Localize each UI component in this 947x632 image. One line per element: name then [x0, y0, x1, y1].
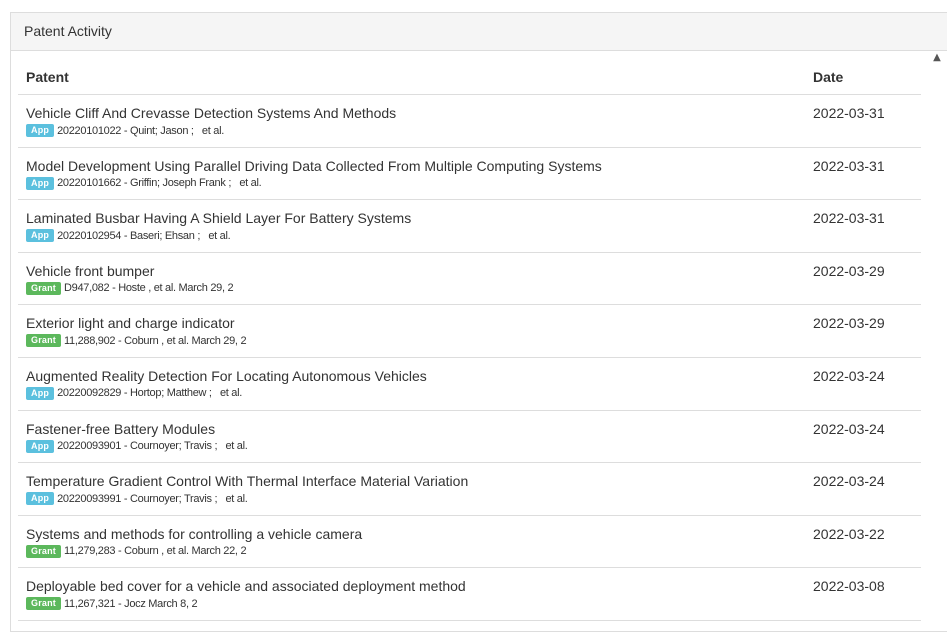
patent-title-link[interactable]: Fastener-free Battery Modules	[26, 421, 813, 437]
patent-cell: Vehicle Cliff And Crevasse Detection Sys…	[18, 95, 813, 147]
patent-number-inventors: 20220101022 - Quint; Jason ; et al.	[57, 124, 224, 137]
patent-meta: App 20220101662 - Griffin; Joseph Frank ;…	[26, 176, 813, 190]
table-row: Systems and methods for controlling a ve…	[18, 516, 921, 569]
patent-number-inventors: 20220093901 - Cournoyer; Travis ; et al.	[57, 440, 248, 453]
patent-number-inventors: 11,288,902 - Coburn , et al. March 29, 2	[64, 334, 247, 347]
patent-type-badge: App	[26, 176, 55, 190]
patent-cell: Laminated Busbar Having A Shield Layer F…	[18, 200, 813, 252]
patent-type-badge: App	[26, 229, 55, 243]
patent-cell: Systems and methods for controlling a ve…	[18, 516, 813, 568]
table-row: Vehicle front bumper Grant D947,082 - Host…	[18, 253, 921, 306]
patent-title-link[interactable]: Deployable bed cover for a vehicle and a…	[26, 578, 813, 594]
header-patent: Patent	[26, 69, 69, 85]
patent-cell: Deployable bed cover for a vehicle and a…	[18, 568, 813, 620]
patent-title-link[interactable]: Model Development Using Parallel Driving…	[26, 158, 813, 174]
patent-date: 2022-03-29	[813, 262, 885, 279]
patent-title-link[interactable]: Systems and methods for controlling a ve…	[26, 526, 813, 542]
table-header: Patent Date	[18, 59, 921, 95]
table-row: Laminated Busbar Having A Shield Layer F…	[18, 200, 921, 253]
patent-title-link[interactable]: Augmented Reality Detection For Locating…	[26, 368, 813, 384]
table-body: Vehicle Cliff And Crevasse Detection Sys…	[18, 95, 921, 621]
patent-cell: Model Development Using Parallel Driving…	[18, 148, 813, 200]
patent-date: 2022-03-24	[813, 367, 885, 384]
patent-meta: Grant 11,279,283 - Coburn , et al. March …	[26, 544, 813, 558]
patent-title-link[interactable]: Vehicle front bumper	[26, 263, 813, 279]
patent-number-inventors: D947,082 - Hoste , et al. March 29, 2	[64, 282, 234, 295]
patent-title-link[interactable]: Temperature Gradient Control With Therma…	[26, 473, 813, 489]
patent-number-inventors: 11,279,283 - Coburn , et al. March 22, 2	[64, 545, 247, 558]
table-row: Augmented Reality Detection For Locating…	[18, 358, 921, 411]
patent-type-badge: Grant	[26, 334, 62, 348]
patent-type-badge: Grant	[26, 597, 62, 611]
patent-cell: Temperature Gradient Control With Therma…	[18, 463, 813, 515]
patent-meta: Grant 11,288,902 - Coburn , et al. March …	[26, 334, 813, 348]
patent-type-badge: App	[26, 386, 55, 400]
patent-number-inventors: 20220093991 - Cournoyer; Travis ; et al.	[57, 492, 248, 505]
table-row: Temperature Gradient Control With Therma…	[18, 463, 921, 516]
patent-number-inventors: 11,267,321 - Jocz March 8, 2	[64, 597, 198, 610]
patent-date: 2022-03-22	[813, 525, 885, 542]
patent-title-link[interactable]: Vehicle Cliff And Crevasse Detection Sys…	[26, 105, 813, 121]
patent-number-inventors: 20220092829 - Hortop; Matthew ; et al.	[57, 387, 243, 400]
patent-cell: Exterior light and charge indicator Grant…	[18, 305, 813, 357]
patent-number-inventors: 20220101662 - Griffin; Joseph Frank ; et…	[57, 177, 262, 190]
patent-date: 2022-03-24	[813, 473, 885, 490]
patent-meta: App 20220093901 - Cournoyer; Travis ; et …	[26, 439, 813, 453]
patent-type-badge: App	[26, 439, 55, 453]
table-row: Exterior light and charge indicator Grant…	[18, 305, 921, 358]
scroll-up-arrow-icon[interactable]: ▲	[931, 52, 943, 64]
patent-type-badge: App	[26, 124, 55, 137]
patent-meta: Grant 11,267,321 - Jocz March 8, 2	[26, 597, 813, 611]
patent-table: Patent Date Vehicle Cliff And Crevasse D…	[18, 59, 921, 621]
patent-cell: Vehicle front bumper Grant D947,082 - Host…	[18, 253, 813, 305]
patent-cell: Augmented Reality Detection For Locating…	[18, 358, 813, 410]
patent-date: 2022-03-31	[813, 157, 885, 174]
patent-date: 2022-03-24	[813, 420, 885, 437]
patent-number-inventors: 20220102954 - Baseri; Ehsan ; et al.	[57, 229, 231, 242]
panel-title: Patent Activity	[11, 13, 947, 51]
patent-meta: App 20220092829 - Hortop; Matthew ; et al…	[26, 386, 813, 400]
table-row: Deployable bed cover for a vehicle and a…	[18, 568, 921, 621]
patent-meta: Grant D947,082 - Hoste , et al. March 29,…	[26, 281, 813, 295]
patent-type-badge: Grant	[26, 544, 62, 558]
patent-title-link[interactable]: Exterior light and charge indicator	[26, 315, 813, 331]
patent-date: 2022-03-29	[813, 315, 885, 332]
patent-meta: App 20220101022 - Quint; Jason ; et al.	[26, 124, 813, 137]
patent-title-link[interactable]: Laminated Busbar Having A Shield Layer F…	[26, 210, 813, 226]
table-row: Fastener-free Battery Modules App 20220093…	[18, 411, 921, 464]
table-row: Model Development Using Parallel Driving…	[18, 148, 921, 201]
table-row: Vehicle Cliff And Crevasse Detection Sys…	[18, 95, 921, 148]
patent-activity-panel: Patent Activity Patent Date Vehicle Clif…	[10, 12, 947, 632]
patent-type-badge: Grant	[26, 281, 62, 295]
patent-date: 2022-03-08	[813, 578, 885, 595]
patent-meta: App 20220102954 - Baseri; Ehsan ; et al.	[26, 229, 813, 243]
patent-cell: Fastener-free Battery Modules App 20220093…	[18, 411, 813, 463]
patent-date: 2022-03-31	[813, 210, 885, 227]
patent-date: 2022-03-31	[813, 105, 885, 121]
header-date: Date	[813, 69, 844, 85]
patent-meta: App 20220093991 - Cournoyer; Travis ; et …	[26, 492, 813, 506]
patent-type-badge: App	[26, 492, 55, 506]
